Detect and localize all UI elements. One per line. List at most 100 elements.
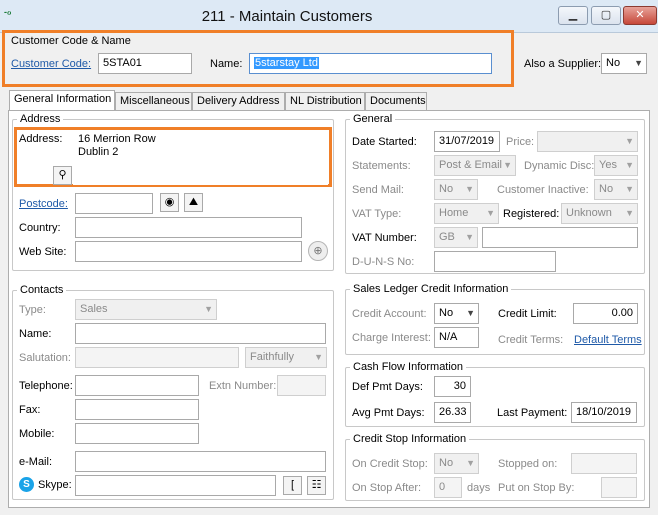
map-icon[interactable]: ⛰ (184, 193, 203, 212)
window-title: 211 - Maintain Customers (201, 8, 373, 25)
contact-type-value: Sales (80, 303, 108, 315)
credit-limit-input[interactable]: 0.00 (573, 303, 638, 324)
chevron-down-icon: ▼ (204, 304, 213, 314)
customer-code-input[interactable]: 5STA01 (98, 53, 192, 74)
on-stop-after-input[interactable]: 0 (434, 477, 462, 498)
credit-account-select[interactable]: No ▼ (434, 303, 479, 324)
duns-input[interactable] (434, 251, 556, 272)
chevron-down-icon: ▼ (314, 352, 323, 362)
email-input[interactable] (75, 451, 326, 472)
extn-number-label: Extn Number: (209, 380, 277, 392)
contact-type-select[interactable]: Sales ▼ (75, 299, 217, 320)
avg-pmt-days-input[interactable]: 26.33 (434, 402, 471, 423)
customer-inactive-label: Customer Inactive: (497, 184, 589, 196)
default-terms-link[interactable]: Default Terms (574, 334, 642, 346)
fax-label: Fax: (19, 404, 41, 416)
last-payment-input[interactable]: 18/10/2019 (571, 402, 637, 423)
address-line2: Dublin 2 (78, 146, 119, 158)
send-mail-select[interactable]: No ▼ (434, 179, 478, 200)
dynamic-disc-select[interactable]: Yes ▼ (594, 155, 638, 176)
customer-code-link[interactable]: Customer Code: (11, 58, 91, 70)
customer-code-name-title: Customer Code & Name (11, 35, 131, 47)
credit-terms-label: Credit Terms: (498, 334, 564, 346)
days-label: days (467, 482, 491, 494)
chevron-down-icon: ▼ (466, 458, 475, 468)
fax-input[interactable] (75, 399, 199, 420)
registered-value: Unknown (566, 207, 612, 219)
minimize-icon[interactable]: ▁ (558, 6, 588, 25)
on-credit-stop-value: No (439, 457, 454, 469)
on-credit-stop-select[interactable]: No ▼ (434, 453, 479, 474)
vat-type-value: Home (439, 207, 469, 219)
def-pmt-days-input[interactable]: 30 (434, 376, 471, 397)
customer-name-label: Name: (210, 58, 243, 70)
tab-documents[interactable]: Documents (365, 92, 427, 110)
tab-delivery-address[interactable]: Delivery Address (192, 92, 285, 110)
on-credit-stop-label: On Credit Stop: (352, 458, 428, 470)
charge-interest-input[interactable]: N/A (434, 327, 479, 348)
customer-inactive-value: No (599, 183, 614, 195)
statements-label: Statements: (352, 160, 411, 172)
chevron-down-icon: ▼ (625, 136, 634, 146)
contact-name-label: Name: (19, 328, 52, 340)
statements-select[interactable]: Post & Email ▼ (434, 155, 516, 176)
also-supplier-value: No (606, 57, 621, 69)
address-line1: 16 Merrion Row (78, 133, 156, 145)
website-input[interactable] (75, 241, 302, 262)
postcode-input[interactable] (75, 193, 153, 214)
salutation-value: Faithfully (250, 351, 295, 363)
salutation-select[interactable]: Faithfully ▼ (245, 347, 327, 368)
stopped-on-input[interactable] (571, 453, 637, 474)
postcode-link[interactable]: Postcode: (19, 198, 68, 210)
tab-nl-distribution[interactable]: NL Distribution (285, 92, 365, 110)
credit-limit-label: Credit Limit: (498, 308, 557, 320)
price-select[interactable]: ▼ (537, 131, 638, 152)
duns-label: D-U-N-S No: (352, 256, 415, 268)
send-mail-label: Send Mail: (352, 184, 404, 196)
contact-name-input[interactable] (75, 323, 326, 344)
charge-interest-label: Charge Interest: (352, 332, 431, 344)
credit-stop-group-title: Credit Stop Information (350, 433, 470, 445)
skype-label: Skype: (38, 479, 72, 491)
also-supplier-select[interactable]: No ▼ (601, 53, 647, 74)
country-input[interactable] (75, 217, 302, 238)
contacts-group-title: Contacts (17, 284, 67, 296)
bracket-icon[interactable]: [ (283, 476, 302, 495)
pin-icon[interactable]: ⚲ (53, 166, 72, 185)
chevron-down-icon: ▼ (625, 208, 634, 218)
org-chart-icon[interactable]: ☷ (307, 476, 326, 495)
last-payment-label: Last Payment: (497, 407, 568, 419)
put-on-stop-by-input[interactable] (601, 477, 637, 498)
salutation-input[interactable] (75, 347, 239, 368)
date-started-input[interactable]: 31/07/2019 (434, 131, 500, 152)
on-stop-after-label: On Stop After: (352, 482, 422, 494)
customer-inactive-select[interactable]: No ▼ (594, 179, 638, 200)
def-pmt-days-label: Def Pmt Days: (352, 381, 423, 393)
customer-name-input[interactable]: 5starstay Ltd (249, 53, 492, 74)
chevron-down-icon: ▼ (486, 208, 495, 218)
chevron-down-icon: ▼ (634, 58, 643, 68)
mobile-input[interactable] (75, 423, 199, 444)
tab-miscellaneous[interactable]: Miscellaneous (115, 92, 192, 110)
date-started-label: Date Started: (352, 136, 417, 148)
also-supplier-label: Also a Supplier: (524, 58, 602, 70)
country-label: Country: (19, 222, 61, 234)
vat-type-label: VAT Type: (352, 208, 402, 220)
tab-general-information[interactable]: General Information (9, 90, 115, 111)
close-icon[interactable]: ✕ (623, 6, 657, 25)
stopped-on-label: Stopped on: (498, 458, 558, 470)
registered-select[interactable]: Unknown ▼ (561, 203, 638, 224)
telephone-input[interactable] (75, 375, 199, 396)
vat-type-select[interactable]: Home ▼ (434, 203, 499, 224)
maximize-icon[interactable]: ▢ (591, 6, 621, 25)
vat-prefix-value: GB (439, 231, 455, 243)
chevron-down-icon: ▼ (466, 308, 475, 318)
credit-account-value: No (439, 307, 454, 319)
extn-number-input[interactable] (277, 375, 326, 396)
globe-icon[interactable]: ⊕ (308, 241, 328, 261)
eye-icon[interactable]: ◉ (160, 193, 179, 212)
vat-prefix-select[interactable]: GB ▼ (434, 227, 478, 248)
vat-number-input[interactable] (482, 227, 638, 248)
vat-number-label: VAT Number: (352, 232, 417, 244)
skype-input[interactable] (75, 475, 276, 496)
